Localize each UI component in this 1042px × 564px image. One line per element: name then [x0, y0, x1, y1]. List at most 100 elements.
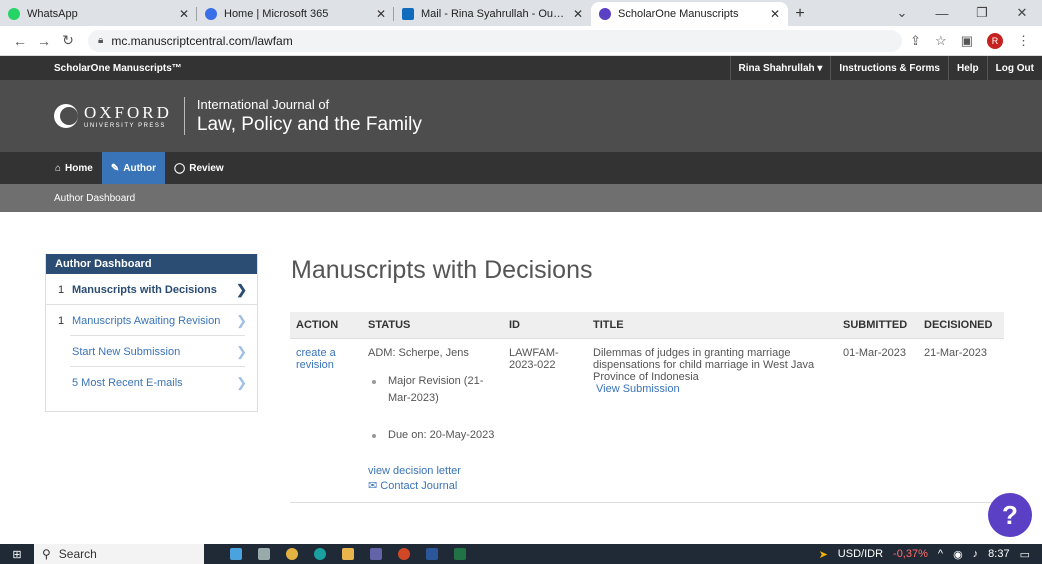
lock-icon: 🔒︎ [98, 35, 104, 46]
currency-change: -0,37% [893, 548, 928, 560]
volume-icon[interactable]: ♪ [973, 548, 979, 560]
tab-whatsapp[interactable]: WhatsApp ✕ [0, 2, 197, 26]
tab-outlook[interactable]: Mail - Rina Syahrullah - Outlook ✕ [394, 2, 591, 26]
tab-title: ScholarOne Manuscripts [618, 8, 739, 20]
chevron-right-icon: ❯ [236, 312, 247, 328]
main-nav: ⌂ Home ✎ Author ◯ Review [0, 152, 1042, 184]
window-close-icon[interactable]: ✕ [1002, 5, 1042, 21]
chrome-icon[interactable] [286, 548, 298, 560]
view-decision-letter-link[interactable]: view decision letter [368, 464, 497, 479]
bookmark-star-icon[interactable]: ☆ [935, 33, 947, 49]
clock[interactable]: 8:37 [988, 548, 1009, 560]
col-decisioned: DECISIONED [918, 312, 1004, 339]
status-list: Major Revision (21-Mar-2023) Due on: 20-… [368, 373, 497, 444]
view-submission-link[interactable]: View Submission [596, 383, 831, 395]
header-divider [183, 97, 185, 135]
back-icon[interactable]: ← [8, 33, 32, 49]
tab-search-icon[interactable]: ⌄ [882, 5, 922, 21]
scholarone-top-bar: ScholarOne Manuscripts™ Rina Shahrullah … [0, 56, 1042, 80]
tab-title: WhatsApp [27, 8, 78, 20]
outlook-icon [402, 8, 414, 20]
chevron-up-icon[interactable]: ^ [938, 548, 943, 560]
title-cell: Dilemmas of judges in granting marriage … [587, 338, 837, 503]
share-icon[interactable]: ⇪ [910, 33, 921, 49]
address-bar-row: ← → ↻ 🔒︎ mc.manuscriptcentral.com/lawfam… [0, 26, 1042, 56]
nav-home[interactable]: ⌂ Home [46, 152, 102, 184]
comment-icon: ◯ [174, 162, 186, 174]
tab-title: Mail - Rina Syahrullah - Outlook [421, 8, 567, 20]
powerpoint-icon[interactable] [398, 548, 410, 560]
network-icon[interactable]: ◉ [953, 548, 963, 561]
tab-scholarone[interactable]: ScholarOne Manuscripts ✕ [591, 2, 788, 26]
tab-title: Home | Microsoft 365 [224, 8, 329, 20]
chevron-right-icon: ❯ [236, 374, 247, 390]
new-tab-button[interactable]: + [788, 2, 812, 26]
table-header-row: ACTION STATUS ID TITLE SUBMITTED DECISIO… [290, 312, 1004, 339]
close-icon[interactable]: ✕ [376, 7, 386, 21]
oxford-logo[interactable]: OXFORD UNIVERSITY PRESS [54, 103, 172, 129]
side-panel-icon[interactable]: ▣ [961, 33, 973, 49]
teams-icon[interactable] [370, 548, 382, 560]
whatsapp-icon [8, 8, 20, 20]
status-adm: ADM: Scherpe, Jens [368, 346, 469, 359]
help-button[interactable]: ? [988, 493, 1032, 537]
edge-icon[interactable] [314, 548, 326, 560]
manuscript-title: Dilemmas of judges in granting marriage … [593, 346, 815, 383]
minimize-icon[interactable]: — [922, 6, 962, 21]
journal-title: International Journal of Law, Policy and… [196, 96, 422, 135]
col-status: STATUS [362, 312, 503, 339]
word-icon[interactable] [426, 548, 438, 560]
breadcrumb: Author Dashboard [0, 184, 1042, 212]
url-bar[interactable]: 🔒︎ mc.manuscriptcentral.com/lawfam [88, 29, 903, 52]
logout-link[interactable]: Log Out [986, 56, 1042, 80]
col-submitted: SUBMITTED [837, 312, 918, 339]
currency-icon: ➤ [818, 548, 828, 561]
taskbar-search[interactable]: ⚲ Search [34, 544, 204, 564]
microsoft-365-icon [205, 8, 217, 20]
breadcrumb-author-dashboard[interactable]: Author Dashboard [54, 193, 135, 204]
sidebar-item-label: Manuscripts Awaiting Revision [72, 314, 221, 327]
author-dashboard-sidebar: Author Dashboard 1 Manuscripts with Deci… [45, 254, 258, 412]
windows-start-icon[interactable]: ⊞ [0, 548, 34, 561]
sidebar-item-manuscripts-awaiting-revision[interactable]: 1 Manuscripts Awaiting Revision ❯ [46, 305, 257, 336]
help-link[interactable]: Help [948, 56, 987, 80]
forward-icon[interactable]: → [32, 33, 56, 49]
nav-review[interactable]: ◯ Review [165, 152, 233, 184]
manuscripts-table: ACTION STATUS ID TITLE SUBMITTED DECISIO… [290, 312, 1004, 503]
excel-icon[interactable] [454, 548, 466, 560]
widgets-icon[interactable] [230, 548, 242, 560]
instructions-forms-link[interactable]: Instructions & Forms [830, 56, 948, 80]
browser-tab-bar: WhatsApp ✕ Home | Microsoft 365 ✕ Mail -… [0, 0, 1042, 26]
restore-icon[interactable]: ❐ [962, 5, 1002, 21]
window-controls: ⌄ — ❐ ✕ [882, 0, 1042, 26]
close-icon[interactable]: ✕ [573, 7, 583, 21]
create-revision-link[interactable]: create a revision [296, 347, 356, 371]
contact-journal-link[interactable]: ✉ Contact Journal [368, 479, 497, 494]
tab-microsoft-365[interactable]: Home | Microsoft 365 ✕ [197, 2, 394, 26]
sidebar-item-manuscripts-with-decisions[interactable]: 1 Manuscripts with Decisions ❯ [46, 274, 257, 305]
publisher-name: OXFORD [84, 103, 172, 122]
item-count: 1 [58, 283, 65, 296]
task-view-icon[interactable] [258, 548, 270, 560]
user-menu[interactable]: Rina Shahrullah ▾ [729, 56, 831, 80]
menu-icon[interactable]: ⋮ [1017, 33, 1030, 49]
windows-taskbar: ⊞ ⚲ Search ➤ USD/IDR -0,37% ^ ◉ ♪ 8:37 ▭ [0, 544, 1042, 564]
action-cell: create a revision [290, 338, 362, 503]
file-explorer-icon[interactable] [342, 548, 354, 560]
chevron-right-icon: ❯ [236, 343, 247, 359]
publisher-sub: UNIVERSITY PRESS [84, 123, 166, 129]
nav-author[interactable]: ✎ Author [101, 152, 166, 184]
notification-icon[interactable]: ▭ [1020, 548, 1030, 561]
reload-icon[interactable]: ↻ [56, 32, 80, 49]
scholarone-icon [599, 8, 611, 20]
close-icon[interactable]: ✕ [179, 7, 189, 21]
col-title: TITLE [587, 312, 837, 339]
close-icon[interactable]: ✕ [770, 7, 780, 21]
profile-avatar[interactable]: R [987, 32, 1003, 49]
currency-label[interactable]: USD/IDR [838, 548, 883, 560]
table-row: create a revision ADM: Scherpe, Jens Maj… [290, 338, 1004, 503]
oxford-logo-icon [54, 104, 78, 128]
sidebar-item-recent-emails[interactable]: 5 Most Recent E-mails ❯ [46, 367, 257, 398]
col-action: ACTION [290, 312, 362, 339]
sidebar-item-start-new-submission[interactable]: Start New Submission ❯ [46, 336, 257, 367]
